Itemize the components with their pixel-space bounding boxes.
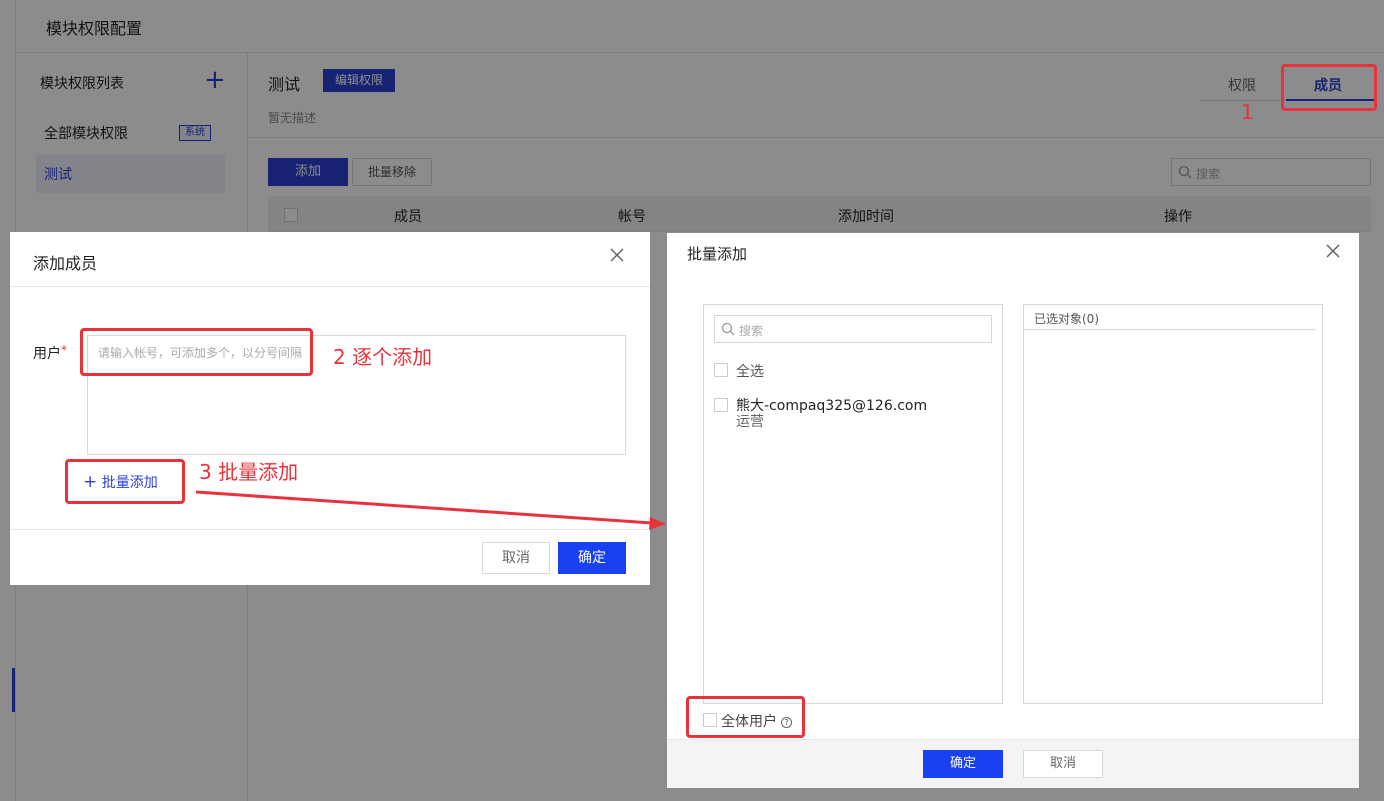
annotation-arrow <box>195 490 666 530</box>
